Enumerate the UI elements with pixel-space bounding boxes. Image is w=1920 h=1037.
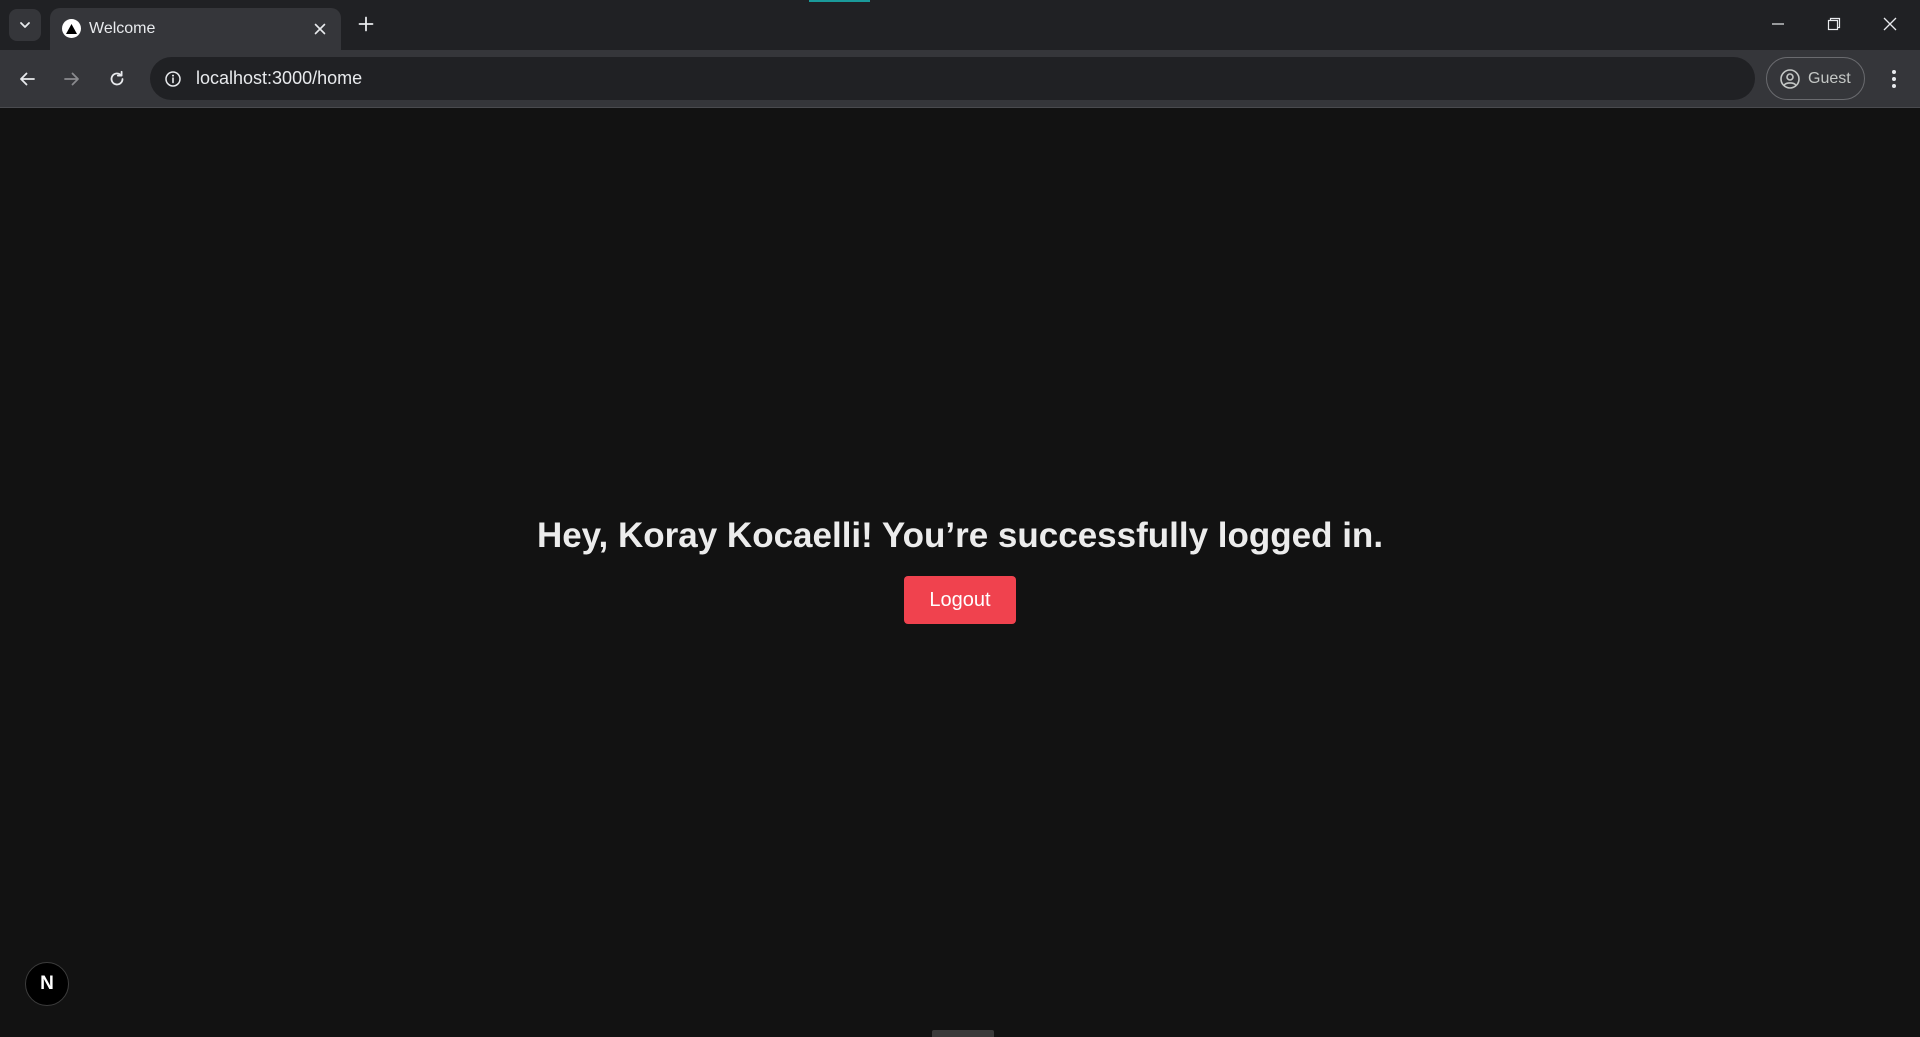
dev-tools-badge[interactable]: N — [25, 962, 69, 1006]
url-text[interactable]: localhost:3000/home — [196, 67, 362, 90]
triangle-icon — [62, 19, 81, 38]
tab-search-button[interactable] — [9, 9, 41, 41]
forward-button[interactable] — [55, 62, 89, 96]
tab-welcome[interactable]: Welcome — [50, 8, 341, 50]
info-icon[interactable] — [160, 66, 185, 91]
tab-strip: Welcome — [0, 0, 1920, 50]
logout-button[interactable]: Logout — [904, 576, 1016, 624]
close-icon — [1883, 17, 1897, 31]
nextjs-logo-icon: N — [40, 973, 54, 994]
address-bar[interactable]: localhost:3000/home — [150, 57, 1755, 100]
restore-button[interactable] — [1806, 0, 1862, 48]
tab-title: Welcome — [89, 20, 156, 37]
reload-icon — [108, 70, 126, 88]
user-circle-icon — [1779, 68, 1801, 90]
arrow-left-icon — [18, 70, 36, 88]
welcome-heading: Hey, Koray Kocaelli! You’re successfully… — [536, 516, 1384, 555]
reload-button[interactable] — [100, 62, 134, 96]
minimize-button[interactable] — [1750, 0, 1806, 48]
profile-label: Guest — [1808, 69, 1851, 87]
close-icon[interactable] — [309, 18, 331, 40]
chevron-down-icon — [18, 18, 32, 32]
arrow-right-icon — [63, 70, 81, 88]
page-viewport: Hey, Koray Kocaelli! You’re successfully… — [0, 109, 1920, 1037]
minimize-icon — [1771, 17, 1785, 31]
new-tab-button[interactable] — [352, 10, 380, 38]
plus-icon — [358, 16, 374, 32]
back-button[interactable] — [10, 62, 44, 96]
browser-toolbar: localhost:3000/home Guest — [0, 50, 1920, 108]
profile-button[interactable]: Guest — [1766, 57, 1865, 100]
kebab-menu-icon — [1891, 69, 1897, 89]
browser-menu-button[interactable] — [1878, 62, 1910, 96]
close-window-button[interactable] — [1862, 0, 1918, 48]
loading-indicator — [809, 0, 870, 2]
bottom-handle — [932, 1030, 994, 1037]
restore-icon — [1827, 17, 1841, 31]
